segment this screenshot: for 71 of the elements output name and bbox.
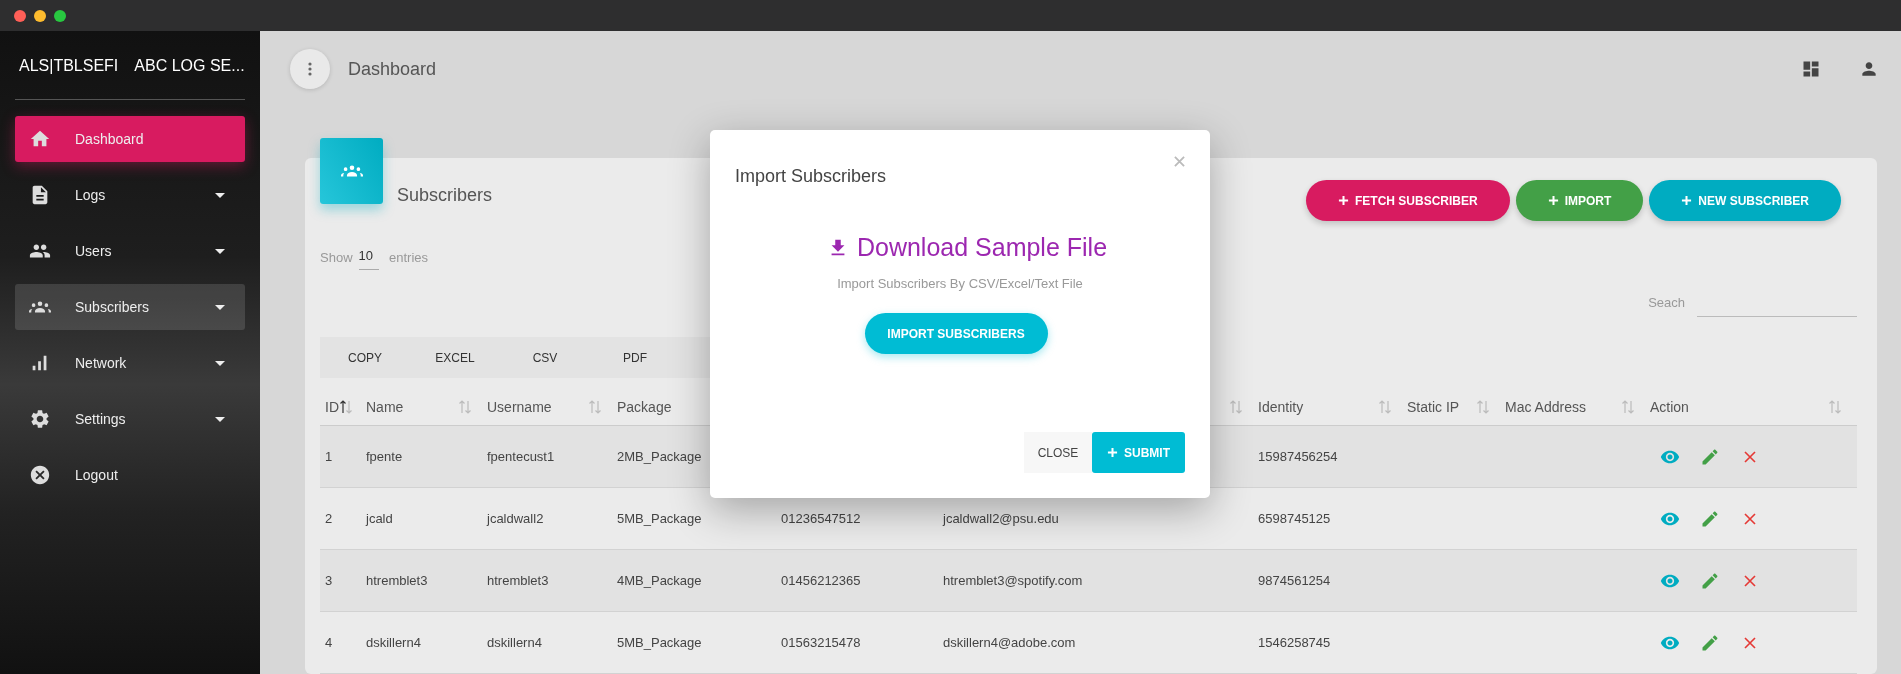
column-header[interactable]: ID — [325, 398, 339, 415]
column-header[interactable]: Action — [1650, 398, 1689, 415]
plus-icon — [1681, 195, 1693, 206]
table-cell: 5MB_Package — [617, 511, 702, 526]
table-cell: 01456212365 — [781, 573, 861, 588]
plus-icon — [1547, 195, 1559, 206]
table-cell: 2MB_Package — [617, 449, 702, 464]
table-cell: fpentecust1 — [487, 449, 555, 464]
more-menu-button[interactable] — [290, 49, 330, 89]
table-cell: 4MB_Package — [617, 573, 702, 588]
plus-icon — [1338, 195, 1349, 206]
table-cell: 15987456254 — [1258, 449, 1338, 464]
export-button[interactable]: EXCEL — [410, 337, 500, 378]
sidebar-item[interactable]: Users — [15, 228, 245, 274]
dialog-title: Import Subscribers — [735, 166, 887, 187]
brand-title: ABC LOG SE... — [134, 57, 245, 76]
close-window-icon[interactable] — [14, 9, 26, 22]
dialog-hint: Import Subscribers By CSV/Excel/Text File — [837, 276, 1083, 291]
table-cell: 4 — [325, 635, 333, 650]
table-cell: 3 — [325, 573, 333, 588]
close-icon[interactable] — [1174, 156, 1185, 167]
action-button[interactable]: FETCH SUBSCRIBER — [1306, 180, 1510, 221]
table-cell: jcaldwall2 — [487, 511, 544, 526]
column-header[interactable]: Static IP — [1407, 398, 1460, 415]
close-button[interactable]: CLOSE — [1024, 432, 1092, 473]
table-cell: 5MB_Package — [617, 635, 702, 650]
table-cell: dskillern4@adobe.com — [943, 635, 1076, 650]
export-button[interactable]: PDF — [590, 337, 680, 378]
table-cell: 01236547512 — [781, 511, 861, 526]
column-header[interactable]: Name — [366, 398, 404, 415]
table-cell: 2 — [325, 511, 333, 526]
minimize-window-icon[interactable] — [34, 9, 46, 22]
table-cell: dskillern4 — [487, 635, 542, 650]
table-cell: htremblet3@spotify.com — [943, 573, 1083, 588]
table-cell: dskillern4 — [366, 635, 421, 650]
sidebar-item[interactable]: Settings — [15, 396, 245, 442]
table-cell: 1546258745 — [1258, 635, 1331, 650]
table-cell: jcald — [366, 511, 393, 526]
plus-icon — [1107, 447, 1118, 458]
column-header[interactable]: Package — [617, 398, 672, 415]
search-label: Seach — [1648, 295, 1685, 310]
table-cell: 1 — [325, 449, 333, 464]
table-cell: 9874561254 — [1258, 573, 1331, 588]
table-cell: 6598745125 — [1258, 511, 1331, 526]
sidebar-item[interactable]: Logs — [15, 172, 245, 218]
column-header[interactable]: Identity — [1258, 398, 1304, 415]
table-cell: fpente — [366, 449, 403, 464]
entries-label: entries — [389, 249, 429, 265]
export-button[interactable]: CSV — [500, 337, 590, 378]
sidebar-item[interactable]: Network — [15, 340, 245, 386]
table-cell: jcaldwall2@psu.edu — [943, 511, 1059, 526]
brand-logo-text: ALS|TBLSEFI — [19, 57, 119, 76]
table-cell: htremblet3 — [366, 573, 428, 588]
sidebar-item[interactable]: Subscribers — [15, 284, 245, 330]
sidebar-item[interactable]: Logout — [15, 452, 245, 498]
card-title: Subscribers — [397, 185, 493, 206]
export-button[interactable]: COPY — [320, 337, 410, 378]
table-cell: 01563215478 — [781, 635, 861, 650]
dashboard-icon[interactable] — [1801, 59, 1821, 79]
column-header[interactable]: Mac Address — [1505, 398, 1586, 415]
page-title: Dashboard — [348, 58, 437, 80]
sidebar-item[interactable]: Dashboard — [15, 116, 245, 162]
sort-icon[interactable] — [339, 399, 353, 414]
settings-icon — [29, 408, 51, 430]
show-label: Show — [320, 249, 353, 265]
more-vertical-icon — [308, 62, 312, 76]
table-cell: htremblet3 — [487, 573, 549, 588]
entries-select[interactable]: 10 — [358, 244, 379, 270]
download-sample-link[interactable]: Download Sample File — [826, 233, 1108, 262]
column-header[interactable]: Username — [487, 398, 552, 415]
zoom-window-icon[interactable] — [54, 9, 66, 22]
